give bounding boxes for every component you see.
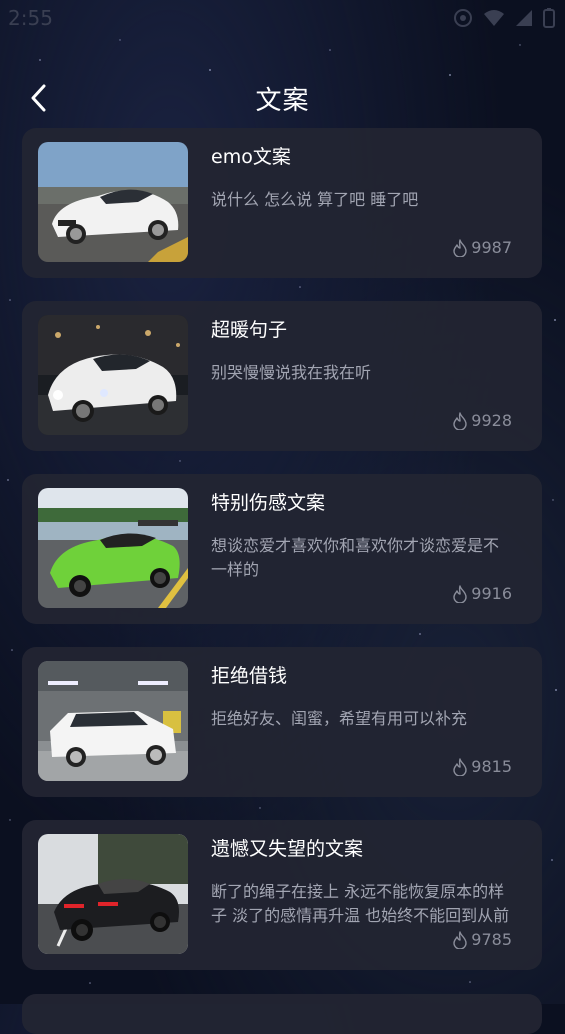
signal-icon xyxy=(516,10,532,26)
item-description: 说什么 怎么说 算了吧 睡了吧 xyxy=(211,190,419,209)
list-item[interactable]: 超暖句子 别哭慢慢说我在我在听 9928 xyxy=(22,301,542,451)
flame-icon xyxy=(453,930,467,949)
flame-icon xyxy=(453,757,467,776)
popularity-stat: 9785 xyxy=(452,930,512,949)
item-title: 超暖句子 xyxy=(211,319,288,341)
list-item[interactable]: emo文案 说什么 怎么说 算了吧 睡了吧 9987 xyxy=(22,128,542,278)
status-time: 2:55 xyxy=(8,6,53,30)
item-title: 遗憾又失望的文案 xyxy=(211,838,364,860)
item-description: 想谈恋爱才喜欢你和喜欢你才谈恋爱是不一样的 xyxy=(211,536,500,579)
flame-icon xyxy=(453,584,467,603)
status-bar: 2:55 xyxy=(0,0,565,36)
flame-icon xyxy=(453,411,467,430)
white-infiniti-car-image xyxy=(38,315,188,435)
green-mazda-car-image xyxy=(38,488,188,608)
white-lexus-car-image xyxy=(38,142,188,262)
battery-icon xyxy=(543,8,555,28)
popularity-count: 9785 xyxy=(471,930,512,949)
item-title: 拒绝借钱 xyxy=(211,665,288,687)
popularity-count: 9916 xyxy=(471,584,512,603)
item-description: 别哭慢慢说我在我在听 xyxy=(211,363,372,382)
popularity-stat: 9987 xyxy=(452,238,512,257)
item-description: 拒绝好友、闺蜜，希望有用可以补充 xyxy=(211,709,468,728)
black-camaro-car-image xyxy=(38,834,188,954)
item-title: 特别伤感文案 xyxy=(211,492,326,514)
flame-icon xyxy=(453,238,467,257)
item-description: 断了的绳子在接上 永远不能恢复原本的样子 淡了的感情再升温 也始终不能回到从前 xyxy=(211,882,510,925)
list-item[interactable]: 特别伤感文案 想谈恋爱才喜欢你和喜欢你才谈恋爱是不一样的 9916 xyxy=(22,474,542,624)
page-title: 文案 xyxy=(255,86,310,116)
settings-status-icon xyxy=(454,9,472,27)
popularity-count: 9815 xyxy=(471,757,512,776)
item-title: emo文案 xyxy=(211,146,291,168)
list-item[interactable]: 拒绝借钱 拒绝好友、闺蜜，希望有用可以补充 9815 xyxy=(22,647,542,797)
popularity-stat: 9916 xyxy=(452,584,512,603)
popularity-stat: 9815 xyxy=(452,757,512,776)
popularity-count: 9987 xyxy=(471,238,512,257)
status-icons xyxy=(453,8,555,28)
popularity-stat: 9928 xyxy=(452,411,512,430)
wifi-icon xyxy=(484,10,504,26)
popularity-count: 9928 xyxy=(471,411,512,430)
app-header: 文案 xyxy=(0,70,565,126)
white-ae86-car-image xyxy=(38,661,188,781)
list-item-partial[interactable] xyxy=(22,994,542,1034)
list-item[interactable]: 遗憾又失望的文案 断了的绳子在接上 永远不能恢复原本的样子 淡了的感情再升温 也… xyxy=(22,820,542,970)
